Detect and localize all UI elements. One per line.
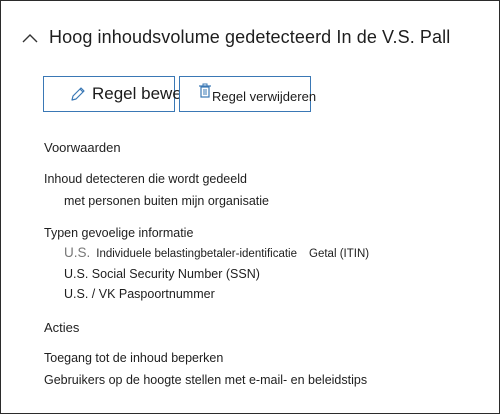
sensitive-type-passport: U.S. / VK Paspoortnummer [64,287,215,301]
trash-icon [199,83,211,98]
type-prefix: U.S. [64,245,91,260]
action-restrict-access: Toegang tot de inhoud beperken [44,351,224,365]
sensitive-type-itin: U.S. Individuele belastingbetaler-identif… [64,245,369,260]
detect-sub-line: met personen buiten mijn organisatie [64,194,269,208]
detect-line: Inhoud detecteren die wordt gedeeld [44,172,247,186]
conditions-heading: Voorwaarden [44,140,121,155]
rule-title: Hoog inhoudsvolume gedetecteerd In de V.… [49,27,451,47]
type-label: Individuele belastingbetaler-identificat… [96,248,298,260]
actions-heading: Acties [44,320,80,335]
rule-panel: Hoog inhoudsvolume gedetecteerd In de V.… [0,0,500,414]
sensitive-type-ssn: U.S. Social Security Number (SSN) [64,267,260,281]
chevron-up-icon[interactable] [21,32,39,44]
edit-rule-button[interactable]: Regel bewerken [43,76,215,112]
type-suffix: Getal (ITIN) [309,248,370,260]
rule-header[interactable]: Hoog inhoudsvolume gedetecteerd In de V.… [21,27,450,48]
types-heading: Typen gevoelige informatie [44,226,194,240]
delete-rule-label: Regel verwijderen [212,88,317,104]
pencil-icon [71,87,85,101]
delete-rule-button[interactable]: Regel verwijderen [179,76,316,112]
action-notify-users: Gebruikers op de hoogte stellen met e-ma… [44,373,368,387]
